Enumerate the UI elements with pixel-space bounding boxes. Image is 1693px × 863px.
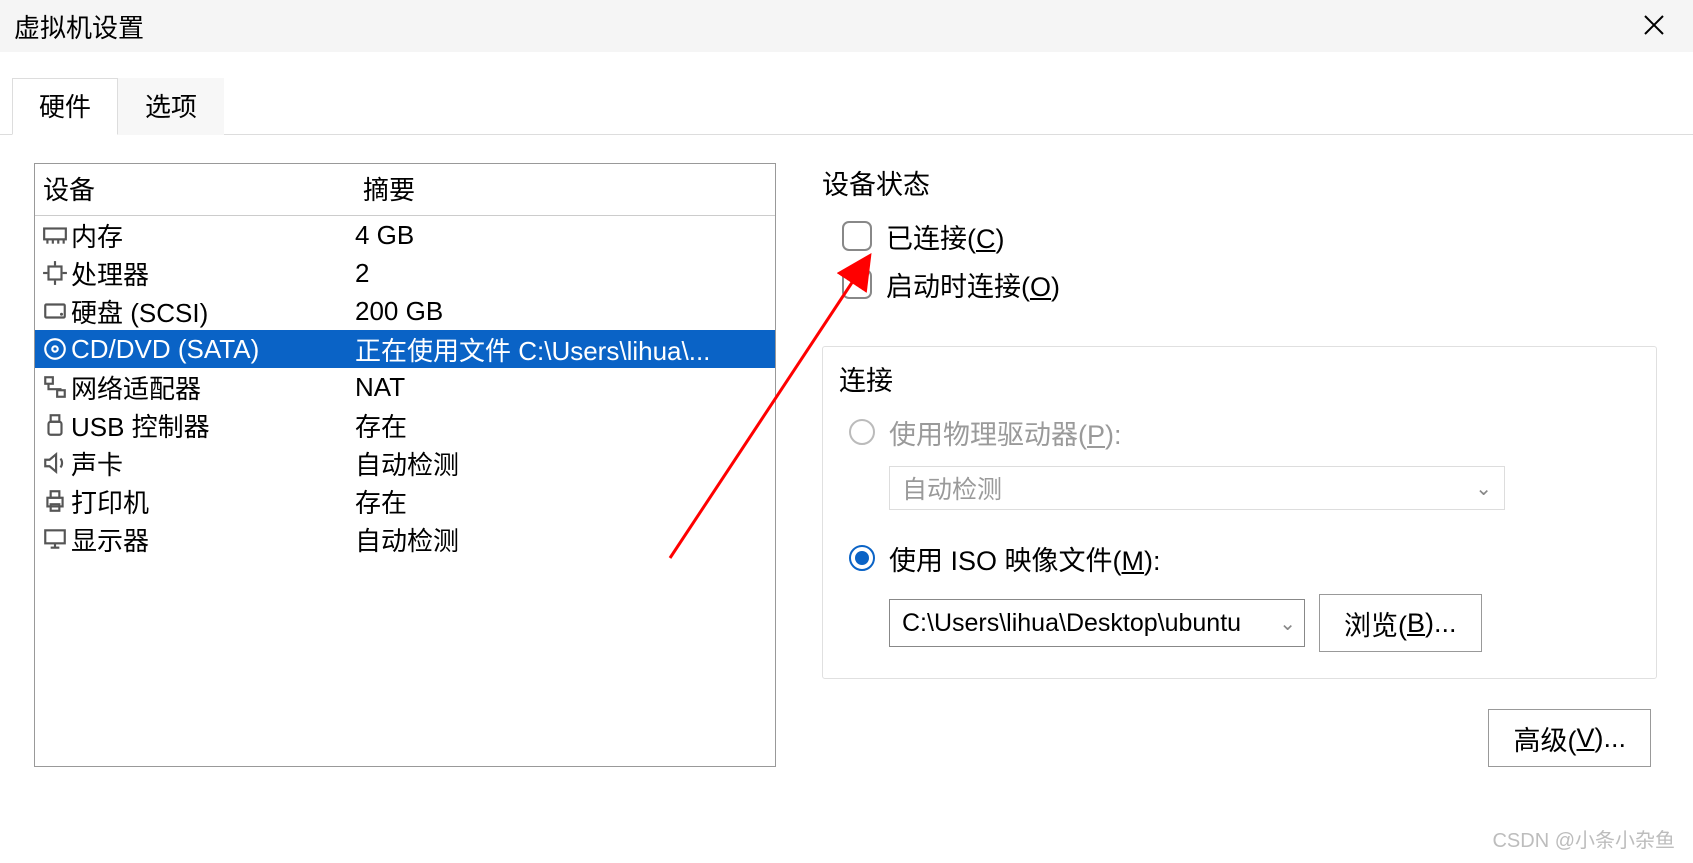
tabstrip: 硬件 选项 — [0, 78, 1693, 135]
connected-label[interactable]: 已连接(C) — [886, 217, 1005, 256]
window-title: 虚拟机设置 — [14, 8, 144, 45]
physical-drive-combo-value: 自动检测 — [902, 470, 1002, 506]
device-name: 硬盘 (SCSI) — [71, 293, 355, 330]
device-row[interactable]: 打印机存在 — [35, 482, 775, 520]
cpu-icon — [39, 260, 71, 286]
device-summary: 2 — [355, 258, 775, 289]
usb-icon — [39, 412, 71, 438]
header-summary: 摘要 — [355, 164, 775, 215]
device-summary: 存在 — [355, 483, 775, 520]
device-row[interactable]: 硬盘 (SCSI)200 GB — [35, 292, 775, 330]
device-name: 网络适配器 — [71, 369, 355, 406]
advanced-button-wrap: 高级(V)... — [822, 709, 1657, 767]
iso-path-row: C:\Users\lihua\Desktop\ubuntu ⌄ 浏览(B)... — [889, 594, 1656, 652]
device-list-header: 设备 摘要 — [35, 164, 775, 216]
chevron-down-icon: ⌄ — [1279, 611, 1296, 636]
close-icon — [1643, 14, 1665, 36]
iso-radio[interactable] — [849, 545, 875, 571]
physical-drive-label: 使用物理驱动器(P): — [889, 413, 1122, 452]
header-device: 设备 — [35, 164, 355, 215]
content-area: 设备 摘要 内存4 GB处理器2硬盘 (SCSI)200 GBCD/DVD (S… — [0, 135, 1693, 767]
physical-drive-combo: 自动检测 ⌄ — [889, 466, 1505, 510]
iso-path-combo[interactable]: C:\Users\lihua\Desktop\ubuntu ⌄ — [889, 599, 1305, 647]
physical-drive-radio — [849, 419, 875, 445]
device-name: 显示器 — [71, 521, 355, 558]
connected-checkbox[interactable] — [842, 221, 872, 251]
device-summary: NAT — [355, 372, 775, 403]
connection-group: 连接 使用物理驱动器(P): 自动检测 ⌄ 使用 ISO 映像文件(M): — [822, 346, 1657, 679]
right-panel: 设备状态 已连接(C) 启动时连接(O) 连接 — [822, 163, 1673, 767]
cd-icon — [39, 336, 71, 362]
device-status-title: 设备状态 — [822, 163, 1657, 202]
device-list-panel: 设备 摘要 内存4 GB处理器2硬盘 (SCSI)200 GBCD/DVD (S… — [34, 163, 776, 767]
display-icon — [39, 526, 71, 552]
tab-options[interactable]: 选项 — [118, 78, 224, 135]
device-name: 内存 — [71, 217, 355, 254]
printer-icon — [39, 488, 71, 514]
device-name: 声卡 — [71, 445, 355, 482]
device-row[interactable]: 处理器2 — [35, 254, 775, 292]
device-summary: 自动检测 — [355, 521, 775, 558]
device-status-group: 设备状态 已连接(C) 启动时连接(O) — [822, 163, 1657, 306]
vm-settings-window: 虚拟机设置 硬件 选项 设备 摘要 内存4 GB处理器2硬盘 (SCSI)200… — [0, 0, 1693, 863]
device-row[interactable]: 显示器自动检测 — [35, 520, 775, 558]
tab-hardware[interactable]: 硬件 — [12, 78, 118, 135]
advanced-button[interactable]: 高级(V)... — [1488, 709, 1651, 767]
connected-row: 已连接(C) — [842, 214, 1657, 258]
device-summary: 存在 — [355, 407, 775, 444]
device-name: 处理器 — [71, 255, 355, 292]
iso-row: 使用 ISO 映像文件(M): — [849, 536, 1656, 580]
device-row[interactable]: 声卡自动检测 — [35, 444, 775, 482]
physical-drive-row: 使用物理驱动器(P): — [849, 410, 1656, 454]
device-summary: 正在使用文件 C:\Users\lihua\... — [355, 331, 775, 368]
device-summary: 自动检测 — [355, 445, 775, 482]
close-button[interactable] — [1633, 10, 1675, 44]
device-summary: 4 GB — [355, 220, 775, 251]
sound-icon — [39, 450, 71, 476]
chevron-down-icon: ⌄ — [1475, 476, 1492, 501]
device-name: USB 控制器 — [71, 407, 355, 444]
connect-at-power-label[interactable]: 启动时连接(O) — [886, 265, 1060, 304]
browse-button[interactable]: 浏览(B)... — [1319, 594, 1482, 652]
net-icon — [39, 374, 71, 400]
iso-label[interactable]: 使用 ISO 映像文件(M): — [889, 539, 1161, 578]
connect-at-power-row: 启动时连接(O) — [842, 262, 1657, 306]
disk-icon — [39, 298, 71, 324]
device-row[interactable]: USB 控制器存在 — [35, 406, 775, 444]
device-rows-container: 内存4 GB处理器2硬盘 (SCSI)200 GBCD/DVD (SATA)正在… — [35, 216, 775, 558]
device-name: CD/DVD (SATA) — [71, 334, 355, 365]
device-summary: 200 GB — [355, 296, 775, 327]
connection-title: 连接 — [823, 347, 1656, 406]
iso-path-value: C:\Users\lihua\Desktop\ubuntu — [902, 609, 1241, 638]
device-row[interactable]: CD/DVD (SATA)正在使用文件 C:\Users\lihua\... — [35, 330, 775, 368]
device-name: 打印机 — [71, 483, 355, 520]
watermark: CSDN @小条小杂鱼 — [1492, 824, 1675, 853]
connect-at-power-checkbox[interactable] — [842, 269, 872, 299]
title-bar: 虚拟机设置 — [0, 0, 1693, 52]
memory-icon — [39, 222, 71, 248]
device-row[interactable]: 网络适配器NAT — [35, 368, 775, 406]
device-row[interactable]: 内存4 GB — [35, 216, 775, 254]
